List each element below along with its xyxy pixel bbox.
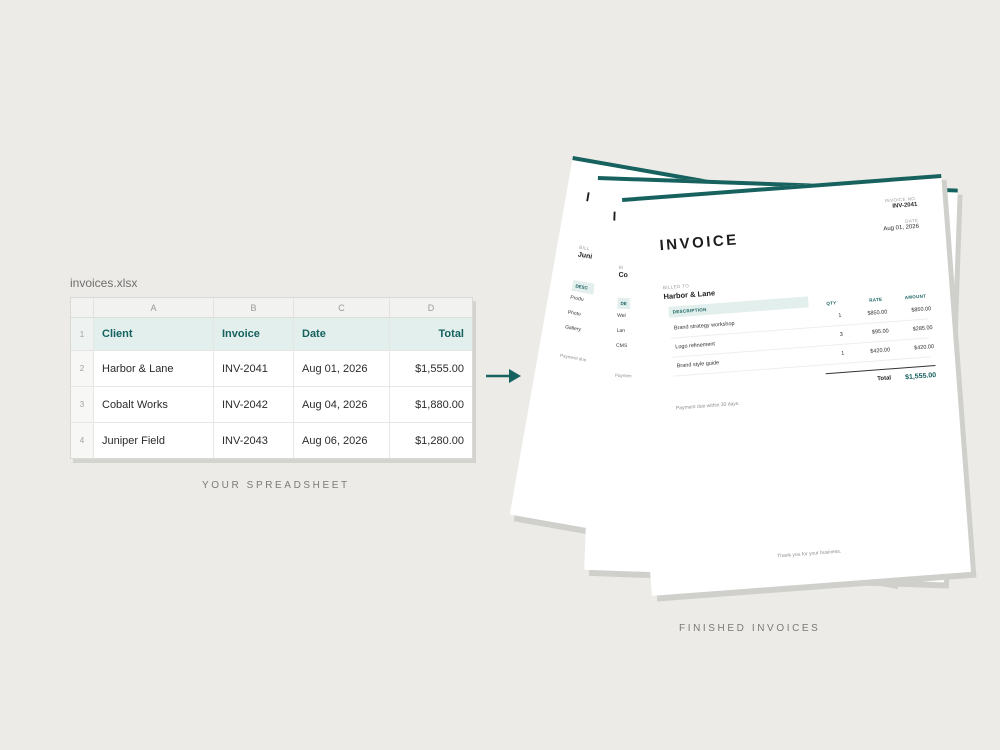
table-row: 3 Cobalt Works INV-2042 Aug 04, 2026 $1,… [71,387,472,423]
cell-date[interactable]: Aug 01, 2026 [293,351,389,386]
column-letter[interactable]: C [293,298,389,317]
cell-client[interactable]: Juniper Field [93,423,213,458]
item-amount: $850.00 [911,306,932,314]
billed-to: BILL Juni [577,245,594,261]
invoice-page-front: INVOICE INVOICE NO. INV-2041 DATE Aug 01… [622,174,972,596]
cell-date[interactable]: Aug 04, 2026 [293,387,389,422]
header-cell-client[interactable]: Client [93,318,213,350]
billed-to-name: Juni [577,251,593,261]
total-label: Total [877,375,892,383]
item-rate: $850.00 [867,309,888,317]
item-amount: $285.00 [912,325,933,333]
total-value: $1,555.00 [904,371,937,382]
cell-invoice[interactable]: INV-2041 [213,351,293,386]
line-items-table: DESCRIPTION QTY RATE AMOUNT Brand strate… [668,285,935,377]
column-header-row: A B C D [71,298,472,318]
file-name: invoices.xlsx [70,276,138,290]
payment-note: Paymen [614,372,632,379]
column-letter[interactable]: B [213,298,293,317]
cell-invoice[interactable]: INV-2043 [213,423,293,458]
cell-invoice[interactable]: INV-2042 [213,387,293,422]
invoice-meta: INVOICE NO. INV-2041 DATE Aug 01, 2026 [881,196,920,243]
arrow-right-icon [486,369,521,383]
invoice-total: Total $1,555.00 [825,364,937,388]
table-header-row: 1 Client Invoice Date Total [71,318,472,351]
invoice-number: INV-2041 [892,201,918,210]
item-qty: 1 [841,350,845,357]
cell-total[interactable]: $1,280.00 [389,423,472,458]
column-qty: QTY [826,300,837,306]
header-cell-invoice[interactable]: Invoice [213,318,293,350]
billed-to-name: Harbor & Lane [663,288,716,302]
row-number[interactable]: 3 [71,387,93,422]
item-qty: 3 [839,331,844,339]
cell-total[interactable]: $1,555.00 [389,351,472,386]
row-number[interactable]: 4 [71,423,93,458]
invoice-date: Aug 01, 2026 [883,223,920,233]
billed-to: BILLED TO Harbor & Lane [663,281,716,301]
column-letter[interactable]: D [389,298,472,317]
row-number[interactable]: 2 [71,351,93,386]
cell-date[interactable]: Aug 06, 2026 [293,423,389,458]
item-description: Brand style guide [676,360,720,370]
payment-note: Payment due within 30 days. [675,400,740,412]
item-amount: $420.00 [913,344,935,352]
header-cell-total[interactable]: Total [389,318,472,350]
item-rate: $95.00 [871,328,889,336]
invoice-title: I [584,189,594,205]
header-cell-date[interactable]: Date [293,318,389,350]
row-number[interactable]: 1 [71,318,93,350]
item-rate: $420.00 [870,347,891,355]
table-row: 4 Juniper Field INV-2043 Aug 06, 2026 $1… [71,423,472,458]
billed-to-name: Co [618,271,629,280]
column-letter[interactable]: A [93,298,213,317]
spreadsheet-table: A B C D 1 Client Invoice Date Total 2 Ha… [70,297,473,459]
table-row: 2 Harbor & Lane INV-2041 Aug 01, 2026 $1… [71,351,472,387]
thank-you-note: Thank you for your business. [776,548,842,560]
cell-total[interactable]: $1,880.00 [389,387,472,422]
invoices-caption: FINISHED INVOICES [679,623,821,634]
billed-to-label: BILL [578,244,591,252]
cell-client[interactable]: Harbor & Lane [93,351,213,386]
invoice-title: INVOICE [659,231,740,255]
payment-note: Payment due [559,352,587,363]
cell-client[interactable]: Cobalt Works [93,387,213,422]
corner-cell [71,298,93,317]
invoice-title: I [612,208,619,224]
item-qty: 1 [838,312,842,320]
spreadsheet-caption: YOUR SPREADSHEET [202,480,350,491]
